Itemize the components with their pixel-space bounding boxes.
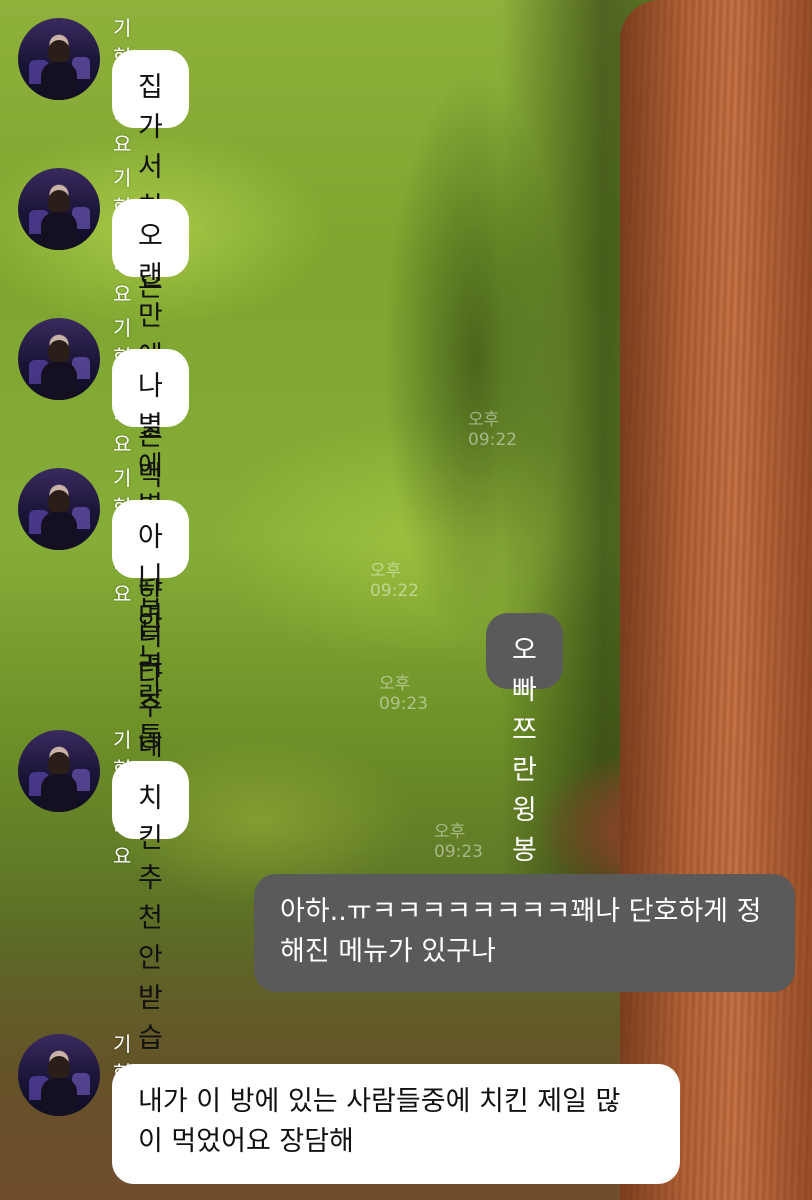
- message-time: 오후 09:22: [468, 410, 517, 450]
- avatar[interactable]: [18, 168, 100, 250]
- person-shadow: [345, 0, 605, 740]
- message-bubble[interactable]: 내가 이 방에 있는 사람들중에 치킨 제일 많 이 먹었어요 장담해: [112, 1064, 680, 1184]
- avatar[interactable]: [18, 318, 100, 400]
- message-bubble[interactable]: 아니면 노랑통닭: [112, 500, 189, 793]
- avatar[interactable]: [18, 730, 100, 812]
- avatar[interactable]: [18, 18, 100, 100]
- message-bubble[interactable]: 오랜만에 교촌 먹을까합니다: [112, 199, 189, 692]
- message-time: 오후 09:23: [434, 822, 483, 862]
- message-bubble[interactable]: 오빠 쯔란윙봉은 어때: [486, 613, 563, 986]
- avatar[interactable]: [18, 468, 100, 550]
- message-time: 오후 09:23: [379, 674, 428, 714]
- message-bubble[interactable]: 집가서 치킨은: [112, 50, 189, 303]
- tree-trunk: [620, 0, 812, 1200]
- message-bubble[interactable]: 아하..ㅠㅋㅋㅋㅋㅋㅋㅋㅋ꽤나 단호하게 정 해진 메뉴가 있구나: [254, 874, 795, 992]
- message-bubble[interactable]: 치킨 추천 안받습니다: [112, 761, 189, 1134]
- avatar[interactable]: [18, 1034, 100, 1116]
- message-bubble[interactable]: 나 별에별걸 다 알려주네: [112, 349, 189, 762]
- message-time: 오후 09:22: [370, 561, 419, 601]
